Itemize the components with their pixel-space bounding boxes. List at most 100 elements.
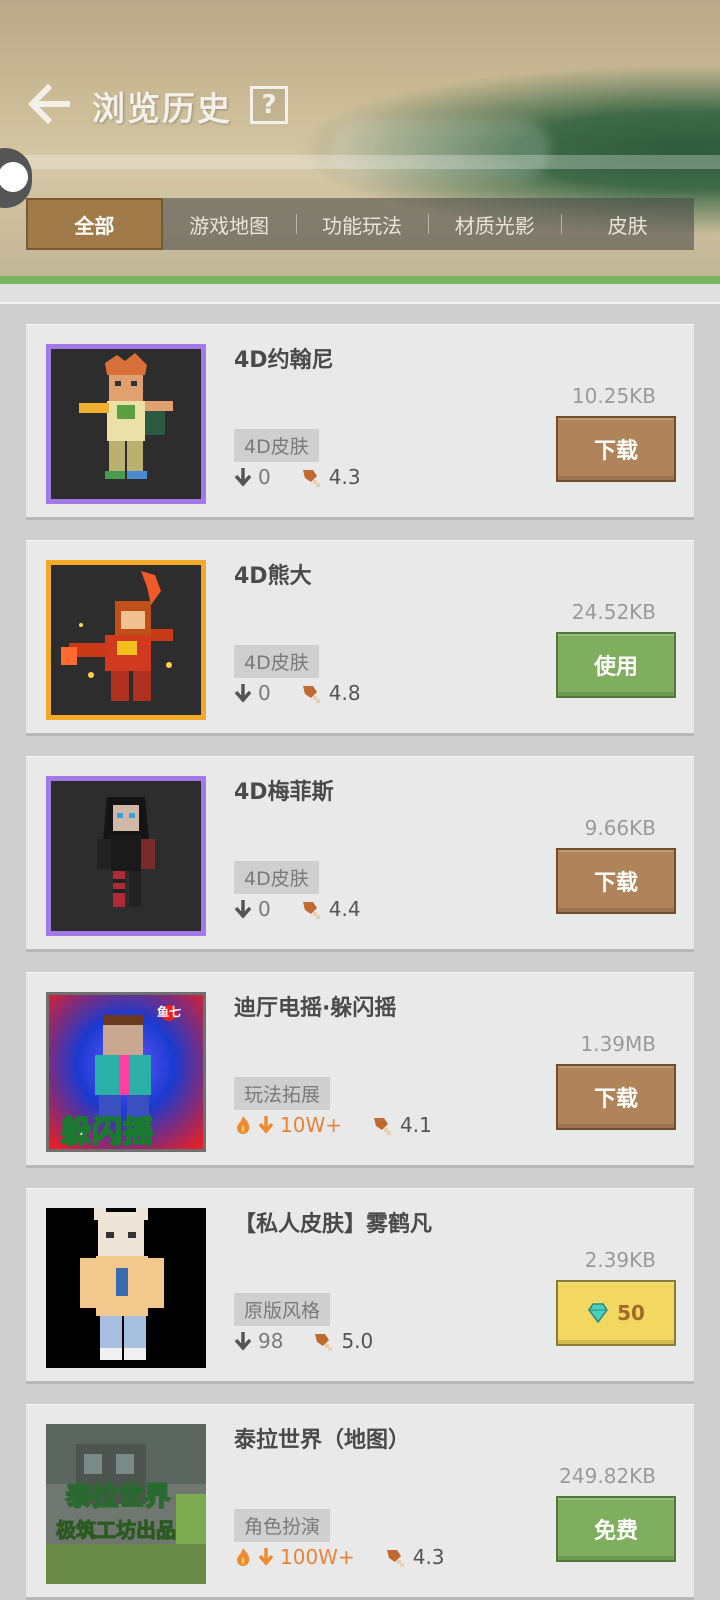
drumstick-icon	[383, 1546, 407, 1568]
item-tag: 4D皮肤	[234, 861, 319, 894]
drumstick-icon	[299, 898, 323, 920]
item-title: 迪厅电摇·躲闪摇	[234, 996, 397, 1021]
creator-badge: 鱼七	[157, 1005, 182, 1019]
rating-value: 4.8	[328, 681, 361, 705]
item-thumbnail: 泰拉世界 极筑工坊出品	[46, 1424, 206, 1584]
use-button[interactable]: 使用	[556, 632, 676, 698]
category-tabs: 全部 游戏地图 功能玩法 材质光影 皮肤	[26, 198, 694, 250]
header-glow	[330, 120, 550, 180]
drumstick-icon	[311, 1330, 335, 1352]
rating: 4.8	[299, 681, 361, 705]
tab-skins[interactable]: 皮肤	[561, 198, 694, 250]
flame-icon	[234, 1115, 252, 1135]
page-title: 浏览历史	[92, 89, 232, 128]
download-count-value: 100W+	[280, 1545, 355, 1569]
download-count-value: 0	[258, 897, 271, 921]
item-stats: 10W+ 4.1	[234, 1112, 460, 1138]
download-button[interactable]: 下载	[556, 848, 676, 914]
list-item[interactable]: 4D熊大 24.52KB 4D皮肤 0 4.8 使用	[26, 540, 694, 736]
download-arrow-icon	[258, 1115, 274, 1135]
item-file-size: 10.25KB	[571, 384, 656, 408]
item-title: 【私人皮肤】雾鹤凡	[234, 1212, 433, 1237]
download-count: 100W+	[234, 1545, 355, 1569]
item-file-size: 2.39KB	[584, 1248, 656, 1272]
skin-figure-icon	[51, 349, 201, 499]
tab-gameplay[interactable]: 功能玩法	[295, 198, 429, 250]
drumstick-icon	[299, 466, 323, 488]
item-tag: 原版风格	[234, 1293, 331, 1326]
rating-value: 5.0	[341, 1329, 374, 1353]
item-title: 4D约翰尼	[234, 348, 334, 373]
item-file-size: 24.52KB	[571, 600, 656, 624]
download-count-value: 0	[258, 465, 271, 489]
download-count: 0	[234, 897, 271, 921]
rating: 4.1	[370, 1113, 432, 1137]
list-item[interactable]: 泰拉世界 极筑工坊出品 泰拉世界（地图） 249.82KB 角色扮演 100W+…	[26, 1404, 694, 1600]
item-file-size: 1.39MB	[580, 1032, 656, 1056]
download-count: 10W+	[234, 1113, 342, 1137]
item-file-size: 9.66KB	[584, 816, 656, 840]
skin-figure-icon	[51, 781, 201, 931]
tab-game-maps[interactable]: 游戏地图	[163, 198, 296, 250]
rating-value: 4.3	[328, 465, 361, 489]
rating: 4.3	[383, 1545, 445, 1569]
download-arrow-icon	[258, 1547, 274, 1567]
item-title: 泰拉世界（地图）	[234, 1428, 411, 1453]
item-tag: 玩法拓展	[234, 1077, 331, 1110]
item-stats: 0 4.3	[234, 464, 389, 490]
item-stats: 100W+ 4.3	[234, 1544, 473, 1570]
item-thumbnail	[46, 1208, 206, 1368]
rating: 4.4	[299, 897, 361, 921]
divider-band	[0, 284, 720, 304]
rating: 4.3	[299, 465, 361, 489]
download-count: 0	[234, 465, 271, 489]
item-stats: 0 4.8	[234, 680, 389, 706]
download-count-value: 98	[258, 1329, 284, 1353]
item-stats: 98 5.0	[234, 1328, 401, 1354]
rating: 5.0	[311, 1329, 373, 1353]
tab-textures-shaders[interactable]: 材质光影	[428, 198, 561, 250]
download-arrow-icon	[234, 467, 252, 487]
tab-all[interactable]: 全部	[26, 198, 163, 250]
divider-green	[0, 276, 720, 284]
rating-value: 4.4	[328, 897, 361, 921]
flame-icon	[234, 1547, 252, 1567]
item-tag: 角色扮演	[234, 1509, 331, 1542]
download-button[interactable]: 下载	[556, 416, 676, 482]
download-count: 0	[234, 681, 271, 705]
download-arrow-icon	[234, 899, 252, 919]
item-tag: 4D皮肤	[234, 645, 319, 678]
item-tag: 4D皮肤	[234, 429, 319, 462]
free-get-button[interactable]: 免费	[556, 1496, 676, 1562]
price-value: 50	[617, 1301, 645, 1325]
download-arrow-icon	[234, 1331, 252, 1351]
download-button[interactable]: 下载	[556, 1064, 676, 1130]
thumbnail-subcaption: 极筑工坊出品	[56, 1518, 177, 1543]
item-file-size: 249.82KB	[559, 1464, 656, 1488]
download-arrow-icon	[234, 683, 252, 703]
list-item[interactable]: 4D梅菲斯 9.66KB 4D皮肤 0 4.4 下载	[26, 756, 694, 952]
item-title: 4D梅菲斯	[234, 780, 334, 805]
item-title: 4D熊大	[234, 564, 312, 589]
rating-value: 4.3	[412, 1545, 445, 1569]
diamond-icon	[587, 1302, 609, 1324]
download-count-value: 10W+	[280, 1113, 342, 1137]
header-banner: 浏览历史 ? 全部 游戏地图 功能玩法 材质光影 皮肤	[0, 0, 720, 300]
item-thumbnail	[46, 776, 206, 936]
item-thumbnail: 鱼七 躲闪摇	[46, 992, 206, 1152]
download-count-value: 0	[258, 681, 271, 705]
item-thumbnail	[46, 560, 206, 720]
back-arrow-icon[interactable]	[26, 83, 72, 125]
item-stats: 0 4.4	[234, 896, 389, 922]
list-item[interactable]: 鱼七 躲闪摇 迪厅电摇·躲闪摇 1.39MB 玩法拓展 10W+ 4.1 下载	[26, 972, 694, 1168]
buy-with-diamonds-button[interactable]: 50	[556, 1280, 676, 1346]
list-item[interactable]: 【私人皮肤】雾鹤凡 2.39KB 原版风格 98 5.0 50	[26, 1188, 694, 1384]
list-item[interactable]: 4D约翰尼 10.25KB 4D皮肤 0 4.3 下载	[26, 324, 694, 520]
skin-figure-icon	[46, 1208, 206, 1368]
thumbnail-caption: 躲闪摇	[60, 1114, 154, 1150]
drumstick-icon	[299, 682, 323, 704]
rating-value: 4.1	[399, 1113, 432, 1137]
drumstick-icon	[370, 1114, 394, 1136]
help-icon[interactable]: ?	[250, 86, 288, 124]
thumbnail-caption: 泰拉世界	[65, 1481, 171, 1513]
